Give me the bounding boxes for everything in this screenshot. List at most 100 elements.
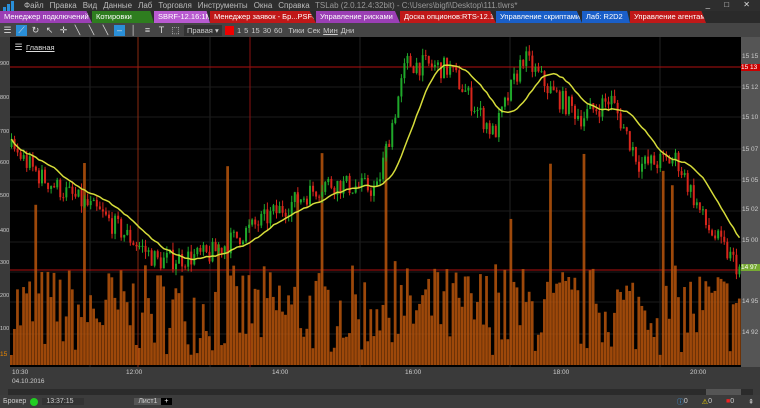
volume-bar xyxy=(722,281,726,365)
menu-item[interactable]: Правка xyxy=(50,1,77,10)
panel-title[interactable]: Главная xyxy=(26,43,55,52)
menu-item[interactable]: Вид xyxy=(83,1,97,10)
candle xyxy=(637,161,640,172)
menu-item[interactable]: Инструменты xyxy=(198,1,248,10)
info-icon[interactable]: ⓘ xyxy=(677,397,684,407)
fibo-icon[interactable]: ≡ xyxy=(142,25,153,36)
volume-bar xyxy=(387,317,391,365)
candle xyxy=(315,191,318,197)
candle xyxy=(406,55,409,64)
hline-icon[interactable]: – xyxy=(114,24,125,36)
candle xyxy=(446,57,449,75)
menu-item[interactable]: Данные xyxy=(103,1,132,10)
crosshair-icon[interactable]: ✛ xyxy=(58,25,69,36)
mode-button[interactable]: Тики xyxy=(288,26,304,35)
sheet-tab[interactable]: Лист1 xyxy=(134,398,162,405)
tab[interactable]: Доска опционов:RTS-12.16 xyxy=(400,11,496,23)
status-bar: Брокер 13:37:15 Лист1 + ⓘ 0 ⚠ 0 ■ 0 ⇞ xyxy=(0,395,760,408)
volume-bar xyxy=(341,337,345,365)
tab[interactable]: Управление скриптами xyxy=(496,11,582,23)
tab[interactable]: Менеджер заявок - Бр...PSFU:SBRF-12.16 xyxy=(210,11,316,23)
candle xyxy=(537,67,540,72)
time-tick: 14:00 xyxy=(272,369,289,376)
mode-button[interactable]: Сек xyxy=(307,26,320,35)
volume-bar xyxy=(107,273,111,365)
menu-item[interactable]: Лаб xyxy=(138,1,152,10)
tab[interactable]: Котировки xyxy=(92,11,154,23)
candle xyxy=(634,147,637,162)
volume-bar xyxy=(546,281,549,365)
volume-bar xyxy=(436,272,440,365)
tab[interactable]: Менеджер подключений xyxy=(0,11,92,23)
settings-icon[interactable]: ☰ xyxy=(2,25,13,36)
ray-icon[interactable]: ╲ xyxy=(86,25,97,36)
mode-button[interactable]: Дни xyxy=(341,26,354,35)
candle xyxy=(132,242,135,245)
tab[interactable]: Лаб: R2D2 xyxy=(582,11,630,23)
volume-bar xyxy=(640,305,644,365)
mode-button[interactable]: Мин xyxy=(323,26,338,35)
volume-bar xyxy=(713,290,717,365)
price-chart[interactable] xyxy=(10,37,741,367)
volume-bar xyxy=(515,287,519,365)
candle xyxy=(421,55,424,76)
volume-bar xyxy=(131,283,135,365)
add-sheet-button[interactable]: + xyxy=(161,398,172,405)
price-tick: 15 10 xyxy=(742,114,759,121)
timeframe-button[interactable]: 15 xyxy=(251,26,259,35)
time-tick: 10:30 xyxy=(12,369,29,376)
volume-bar xyxy=(597,312,601,365)
candle xyxy=(708,225,711,231)
volume-bar xyxy=(728,351,732,365)
volume-bar xyxy=(393,261,397,365)
candle xyxy=(723,236,726,242)
info-count: 0 xyxy=(683,398,688,405)
menu-item[interactable]: Файл xyxy=(24,1,44,10)
candle xyxy=(107,214,110,219)
volume-tick: 500 xyxy=(0,193,10,199)
candle xyxy=(586,109,589,119)
pointer-icon[interactable]: ↖ xyxy=(44,25,55,36)
candle xyxy=(98,206,101,210)
timeframe-button[interactable]: 1 xyxy=(237,26,241,35)
volume-bar xyxy=(113,297,117,365)
candle xyxy=(674,152,677,160)
line-icon[interactable]: ╲ xyxy=(72,25,83,36)
volume-bar xyxy=(31,321,35,365)
volume-bar xyxy=(485,276,488,365)
candle xyxy=(525,51,528,66)
candle xyxy=(71,186,74,194)
panel-menu-icon[interactable]: ☰ xyxy=(13,42,24,53)
volume-bar xyxy=(110,277,114,365)
timeframe-button[interactable]: 30 xyxy=(263,26,271,35)
timeframe-button[interactable]: 5 xyxy=(244,26,248,35)
candle xyxy=(211,241,214,262)
chart-icon[interactable]: ⟋ xyxy=(16,24,27,36)
volume-bar xyxy=(83,163,86,365)
volume-bar xyxy=(704,281,708,365)
timeframe-button[interactable]: 60 xyxy=(274,26,282,35)
tab[interactable]: Управление рисками xyxy=(316,11,400,23)
menu-item[interactable]: Торговля xyxy=(158,1,191,10)
tab[interactable]: Управление агентами xyxy=(630,11,706,23)
label-icon[interactable]: ⬚ xyxy=(170,25,181,36)
candle xyxy=(430,63,433,68)
pin-icon[interactable]: ⇞ xyxy=(748,398,754,406)
candle xyxy=(147,250,150,252)
volume-bar xyxy=(649,323,653,365)
refresh-icon[interactable]: ↻ xyxy=(30,25,41,36)
volume-bar xyxy=(305,328,309,365)
window-controls[interactable]: _ □ ✕ xyxy=(706,0,756,9)
axis-select[interactable]: Правая ▾ xyxy=(184,24,222,36)
volume-bar xyxy=(235,286,239,365)
color-picker[interactable] xyxy=(225,25,234,35)
menu-item[interactable]: Окна xyxy=(254,1,273,10)
tab[interactable]: SBRF-12.16:1M xyxy=(154,11,210,23)
vline-icon[interactable]: │ xyxy=(128,25,139,36)
menu-item[interactable]: Справка xyxy=(278,1,309,10)
candle xyxy=(443,57,446,79)
candle xyxy=(379,179,382,182)
text-icon[interactable]: T xyxy=(156,25,167,36)
candle xyxy=(162,257,165,269)
trend-icon[interactable]: ╲ xyxy=(100,25,111,36)
